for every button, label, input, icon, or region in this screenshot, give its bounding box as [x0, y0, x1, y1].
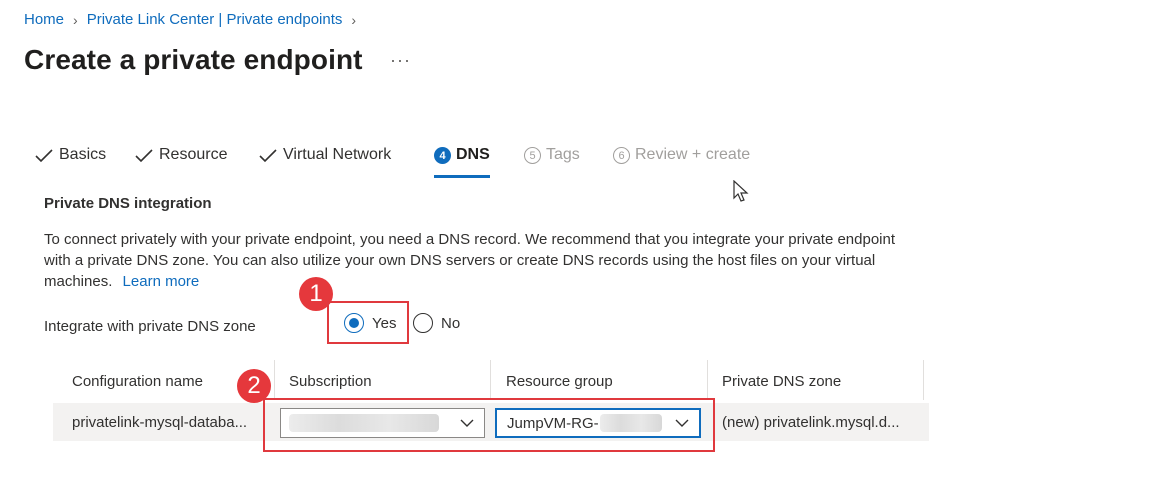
- column-header-configuration-name: Configuration name: [72, 373, 203, 390]
- step-number-badge: 5: [524, 147, 541, 164]
- column-divider: [923, 360, 924, 400]
- radio-no-label: No: [441, 314, 461, 332]
- tab-label: Tags: [546, 146, 580, 163]
- tab-label: Resource: [159, 146, 228, 163]
- tab-virtual-network[interactable]: Virtual Network: [258, 146, 391, 178]
- tab-basics[interactable]: Basics: [34, 146, 106, 178]
- breadcrumb-home-link[interactable]: Home: [24, 11, 64, 28]
- tab-tags[interactable]: 5 Tags: [524, 146, 580, 178]
- tab-label: DNS: [456, 146, 490, 163]
- step-number-badge: 6: [613, 147, 630, 164]
- column-header-subscription: Subscription: [289, 373, 372, 390]
- learn-more-link[interactable]: Learn more: [123, 273, 200, 290]
- configuration-name-cell: privatelink-mysql-databa...: [72, 414, 248, 431]
- checkmark-icon: [135, 149, 153, 163]
- private-dns-zone-cell: (new) privatelink.mysql.d...: [722, 414, 900, 431]
- annotation-highlight-2: [263, 398, 715, 452]
- step-number-badge: 4: [434, 147, 451, 164]
- radio-button-selected[interactable]: [344, 313, 364, 333]
- column-divider: [707, 360, 708, 400]
- radio-button-unselected[interactable]: [413, 313, 433, 333]
- chevron-right-icon: ›: [73, 11, 78, 28]
- breadcrumb: Home › Private Link Center | Private end…: [24, 11, 356, 28]
- column-header-private-dns-zone: Private DNS zone: [722, 373, 842, 390]
- checkmark-icon: [259, 149, 277, 163]
- chevron-right-icon: ›: [351, 11, 357, 28]
- tab-label: Review + create: [635, 146, 751, 163]
- radio-yes-label: Yes: [372, 314, 397, 332]
- checkmark-icon: [35, 149, 53, 163]
- dns-description: To connect privately with your private e…: [44, 229, 914, 292]
- tab-label: Virtual Network: [283, 146, 392, 163]
- tab-review-create[interactable]: 6 Review + create: [613, 146, 750, 178]
- breadcrumb-private-endpoints-link[interactable]: Private Link Center | Private endpoints: [87, 11, 343, 28]
- tab-dns[interactable]: 4 DNS: [434, 146, 490, 178]
- more-options-icon[interactable]: ···: [390, 50, 411, 71]
- column-header-resource-group: Resource group: [506, 373, 613, 390]
- radio-no[interactable]: No: [413, 313, 460, 333]
- tab-label: Basics: [59, 146, 107, 163]
- radio-yes[interactable]: Yes: [344, 313, 396, 333]
- section-title: Private DNS integration: [44, 195, 212, 212]
- page-title: Create a private endpoint: [24, 44, 363, 75]
- mouse-cursor-icon: [733, 180, 749, 202]
- column-divider: [490, 360, 491, 400]
- column-divider: [274, 360, 275, 400]
- tab-resource[interactable]: Resource: [134, 146, 227, 178]
- integrate-dns-label: Integrate with private DNS zone: [44, 318, 256, 335]
